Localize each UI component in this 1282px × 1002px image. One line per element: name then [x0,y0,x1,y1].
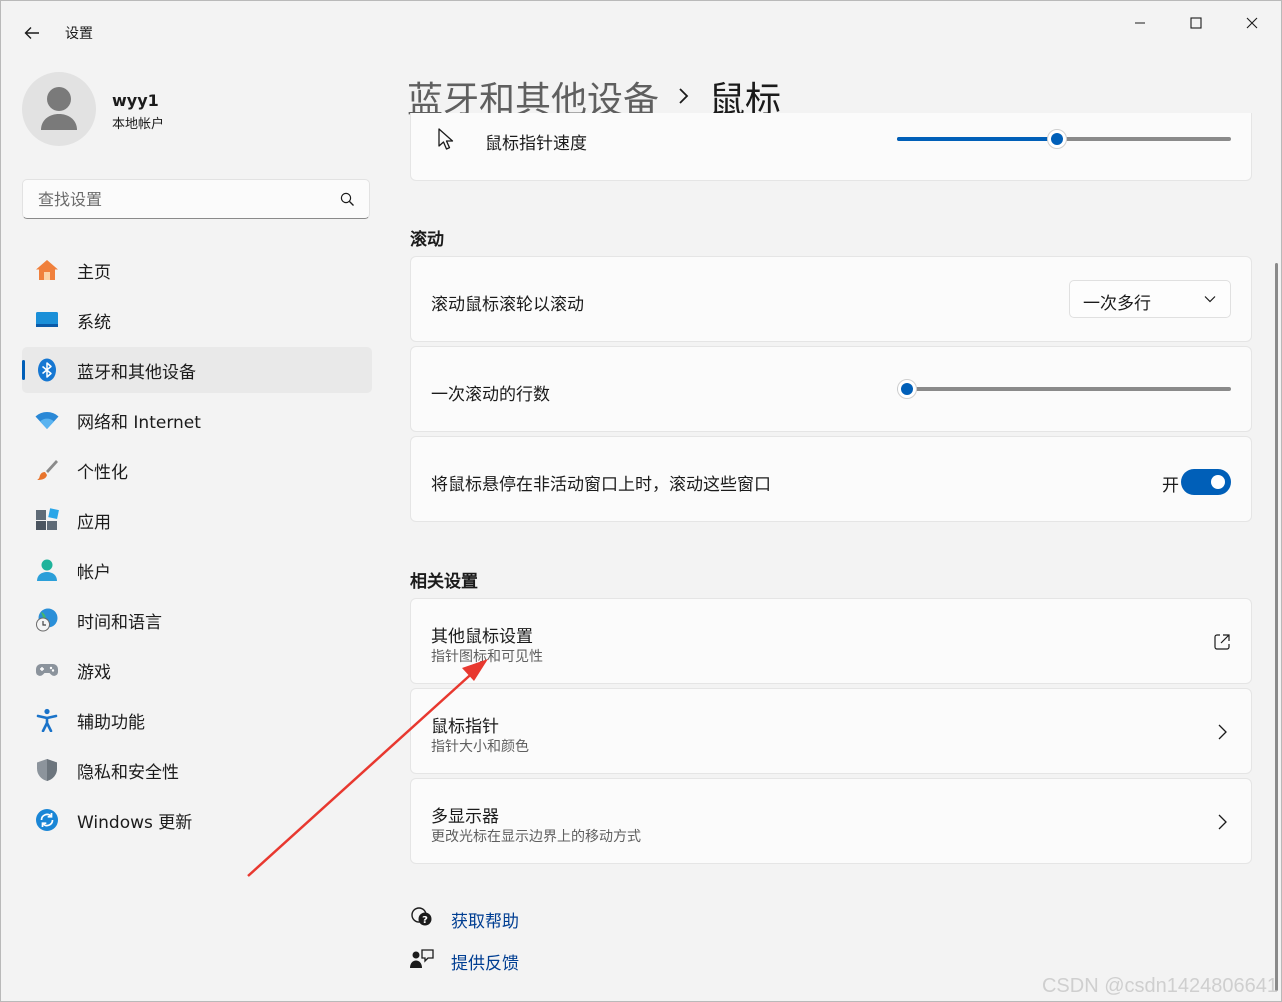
close-button[interactable] [1229,9,1275,37]
sidebar-item-accounts[interactable]: 帐户 [22,547,372,593]
user-name: wyy1 [112,91,159,110]
sidebar-item-privacy[interactable]: 隐私和安全性 [22,747,372,793]
globe-clock-icon [36,608,58,632]
scroll-wheel-card: 滚动鼠标滚轮以滚动 一次多行 [410,256,1252,342]
other-mouse-settings-row[interactable]: 其他鼠标设置 指针图标和可见性 [410,598,1252,684]
svg-text:?: ? [422,915,428,926]
brush-icon [37,460,58,480]
settings-window: 设置 wyy1 本地帐户 主页 系统 蓝牙和其他设备 网络和 Int [0,0,1282,1002]
related-section-heading: 相关设置 [410,572,478,592]
help-chat-icon: ? [411,907,432,926]
sidebar-item-label: 隐私和安全性 [77,762,179,783]
update-icon [36,809,58,831]
scroll-lines-track[interactable] [897,387,1231,391]
person-silhouette-icon [41,87,77,130]
apps-icon [36,508,59,530]
search-input[interactable] [36,188,330,210]
sidebar-item-label: 蓝牙和其他设备 [77,362,196,383]
scroll-inactive-card: 将鼠标悬停在非活动窗口上时，滚动这些窗口 开 [410,436,1252,522]
row-title: 鼠标指针 [431,717,499,737]
sidebar-item-bluetooth[interactable]: 蓝牙和其他设备 [22,347,372,393]
scroll-inactive-label: 将鼠标悬停在非活动窗口上时，滚动这些窗口 [431,475,771,495]
scroll-wheel-label: 滚动鼠标滚轮以滚动 [431,295,584,315]
scroll-lines-thumb[interactable] [897,379,918,399]
feedback-icon [410,949,434,968]
close-icon [1246,17,1258,29]
sidebar-item-windows-update[interactable]: Windows 更新 [22,797,372,843]
mouse-pointer-row[interactable]: 鼠标指针 指针大小和颜色 [410,688,1252,774]
sidebar-item-label: 主页 [77,262,111,283]
sidebar-item-label: Windows 更新 [77,812,193,833]
sidebar-item-home[interactable]: 主页 [22,247,372,293]
minimize-icon [1135,22,1145,24]
sidebar-item-system[interactable]: 系统 [22,297,372,343]
wifi-icon [35,412,59,429]
sidebar-item-time-language[interactable]: 时间和语言 [22,597,372,643]
sidebar-item-network[interactable]: 网络和 Internet [22,397,372,443]
accessibility-icon [36,708,58,732]
maximize-button[interactable] [1173,9,1219,37]
sidebar-item-apps[interactable]: 应用 [22,497,372,543]
sidebar-item-label: 网络和 Internet [77,412,201,433]
scroll-lines-label: 一次滚动的行数 [431,385,550,405]
row-description: 指针大小和颜色 [431,739,529,755]
sidebar-item-label: 帐户 [77,562,111,583]
scroll-mode-dropdown[interactable]: 一次多行 [1069,280,1231,318]
sidebar-item-label: 辅助功能 [77,712,145,733]
pointer-speed-fill [897,137,1058,141]
sidebar-item-label: 时间和语言 [77,612,162,633]
scroll-lines-card: 一次滚动的行数 [410,346,1252,432]
row-description: 更改光标在显示边界上的移动方式 [431,829,641,845]
back-button[interactable] [15,17,49,49]
monitor-icon [36,312,58,327]
sidebar-nav: 主页 系统 蓝牙和其他设备 网络和 Internet 个性化 应用 帐户 时间和… [22,247,372,847]
account-type: 本地帐户 [112,117,165,132]
sidebar-item-label: 个性化 [77,462,128,483]
chevron-right-icon [1218,724,1227,740]
search-icon[interactable] [340,192,355,207]
watermark: CSDN @csdn1424806641 [1041,975,1278,997]
row-title: 多显示器 [431,807,499,827]
gamepad-icon [36,664,58,676]
sidebar-item-accessibility[interactable]: 辅助功能 [22,697,372,743]
arrow-left-icon [24,27,39,39]
shield-icon [37,759,57,781]
sidebar-item-personalization[interactable]: 个性化 [22,447,372,493]
minimize-button[interactable] [1117,9,1163,37]
external-link-icon [1214,634,1230,650]
scroll-mode-value: 一次多行 [1083,294,1151,314]
feedback-link[interactable]: 提供反馈 [451,949,519,974]
sidebar-item-label: 应用 [77,512,111,533]
home-icon [36,260,58,280]
search-box[interactable] [22,179,370,219]
multi-display-row[interactable]: 多显示器 更改光标在显示边界上的移动方式 [410,778,1252,864]
bluetooth-icon [38,358,56,382]
row-title: 其他鼠标设置 [431,627,533,647]
person-icon [37,559,57,581]
sidebar-item-label: 游戏 [77,662,111,683]
get-help-link[interactable]: 获取帮助 [451,907,519,932]
content-scrollbar[interactable] [1275,263,1278,991]
sidebar-item-gaming[interactable]: 游戏 [22,647,372,693]
maximize-icon [1190,17,1202,29]
scroll-inactive-toggle[interactable] [1181,469,1231,495]
sidebar-item-label: 系统 [77,312,111,333]
row-description: 指针图标和可见性 [431,649,543,665]
chevron-right-icon [1218,814,1227,830]
scroll-section-heading: 滚动 [410,230,444,250]
chevron-down-icon [1204,296,1216,303]
avatar[interactable] [22,72,96,146]
header-area [381,45,1261,133]
window-title: 设置 [65,26,93,42]
toggle-state-label: 开 [1162,476,1179,496]
